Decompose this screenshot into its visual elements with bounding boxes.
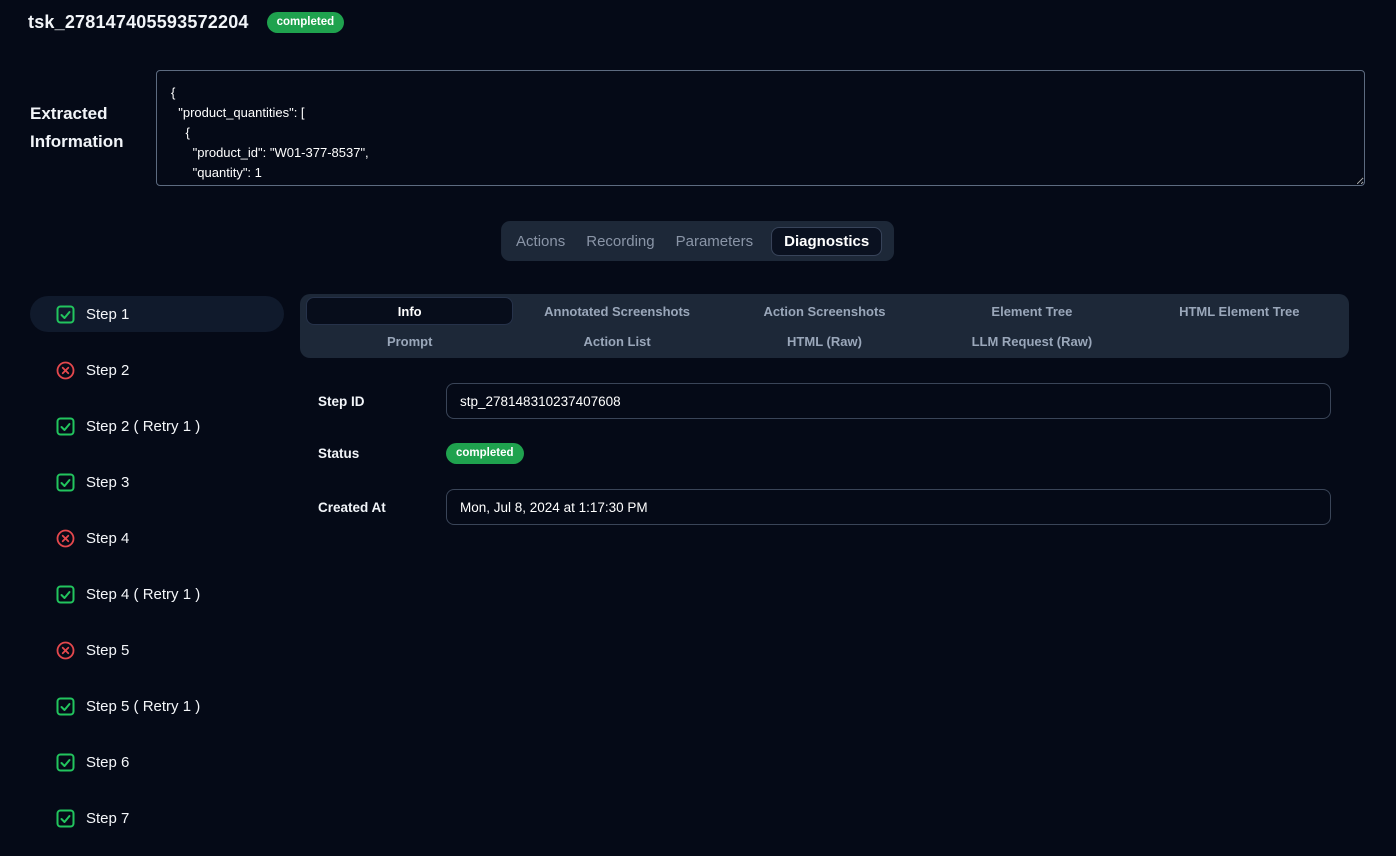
x-circle-icon: [56, 641, 75, 660]
check-square-icon: [56, 809, 75, 828]
sidebar-item-step-2[interactable]: Step 2: [30, 352, 284, 388]
sidebar-item-step-7[interactable]: Step 7: [30, 800, 284, 836]
created-at-field[interactable]: [446, 489, 1331, 525]
created-at-row: Created At: [318, 489, 1331, 525]
x-circle-icon: [56, 361, 75, 380]
check-square-icon: [56, 305, 75, 324]
step-label: Step 2: [86, 362, 129, 379]
subtab-html-raw[interactable]: HTML (Raw): [721, 327, 928, 355]
sidebar-item-step-2-retry-1[interactable]: Step 2 ( Retry 1 ): [30, 408, 284, 444]
step-label: Step 2 ( Retry 1 ): [86, 418, 200, 435]
sidebar-item-step-5-retry-1[interactable]: Step 5 ( Retry 1 ): [30, 688, 284, 724]
sidebar-item-step-4-retry-1[interactable]: Step 4 ( Retry 1 ): [30, 576, 284, 612]
status-row: Status completed: [318, 440, 1331, 467]
subtab-html-element-tree[interactable]: HTML Element Tree: [1136, 297, 1343, 325]
step-id-row: Step ID: [318, 383, 1331, 419]
status-label: Status: [318, 446, 446, 461]
task-status-badge: completed: [267, 12, 345, 33]
subtab-llm-request-raw[interactable]: LLM Request (Raw): [928, 327, 1135, 355]
steps-sidebar: Step 1 Step 2 Step 2 ( Retry 1 ) Step 3 …: [30, 296, 284, 856]
subtab-element-tree[interactable]: Element Tree: [928, 297, 1135, 325]
check-square-icon: [56, 473, 75, 492]
step-label: Step 4 ( Retry 1 ): [86, 586, 200, 603]
subtab-action-screenshots[interactable]: Action Screenshots: [721, 297, 928, 325]
task-header: tsk_278147405593572204 completed: [28, 12, 344, 33]
step-label: Step 4: [86, 530, 129, 547]
tab-parameters[interactable]: Parameters: [673, 227, 757, 256]
subtab-prompt[interactable]: Prompt: [306, 327, 513, 355]
step-label: Step 7: [86, 810, 129, 827]
step-label: Step 3: [86, 474, 129, 491]
x-circle-icon: [56, 529, 75, 548]
check-square-icon: [56, 753, 75, 772]
main-tabs: Actions Recording Parameters Diagnostics: [501, 221, 894, 261]
extracted-info-textarea[interactable]: { "product_quantities": [ { "product_id"…: [156, 70, 1365, 186]
sidebar-item-step-6[interactable]: Step 6: [30, 744, 284, 780]
subtab-annotated-screenshots[interactable]: Annotated Screenshots: [513, 297, 720, 325]
sidebar-item-step-5[interactable]: Step 5: [30, 632, 284, 668]
subtab-info[interactable]: Info: [306, 297, 513, 325]
diagnostics-subtabs: Info Annotated Screenshots Action Screen…: [300, 294, 1349, 358]
sidebar-item-step-1[interactable]: Step 1: [30, 296, 284, 332]
created-at-label: Created At: [318, 500, 446, 515]
step-label: Step 6: [86, 754, 129, 771]
diagnostics-page: { "header": { "task_id": "tsk_2781474055…: [0, 0, 1396, 826]
check-square-icon: [56, 585, 75, 604]
sidebar-item-step-3[interactable]: Step 3: [30, 464, 284, 500]
tab-diagnostics[interactable]: Diagnostics: [771, 227, 882, 256]
extracted-info-label: Extracted Information: [30, 100, 146, 156]
step-label: Step 1: [86, 306, 129, 323]
check-square-icon: [56, 697, 75, 716]
subtab-action-list[interactable]: Action List: [513, 327, 720, 355]
step-status-badge: completed: [446, 443, 524, 464]
step-label: Step 5 ( Retry 1 ): [86, 698, 200, 715]
tab-recording[interactable]: Recording: [583, 227, 657, 256]
tab-actions[interactable]: Actions: [513, 227, 568, 256]
step-label: Step 5: [86, 642, 129, 659]
step-id-label: Step ID: [318, 394, 446, 409]
sidebar-item-step-4[interactable]: Step 4: [30, 520, 284, 556]
check-square-icon: [56, 417, 75, 436]
step-id-field[interactable]: [446, 383, 1331, 419]
task-id-title: tsk_278147405593572204: [28, 12, 249, 33]
